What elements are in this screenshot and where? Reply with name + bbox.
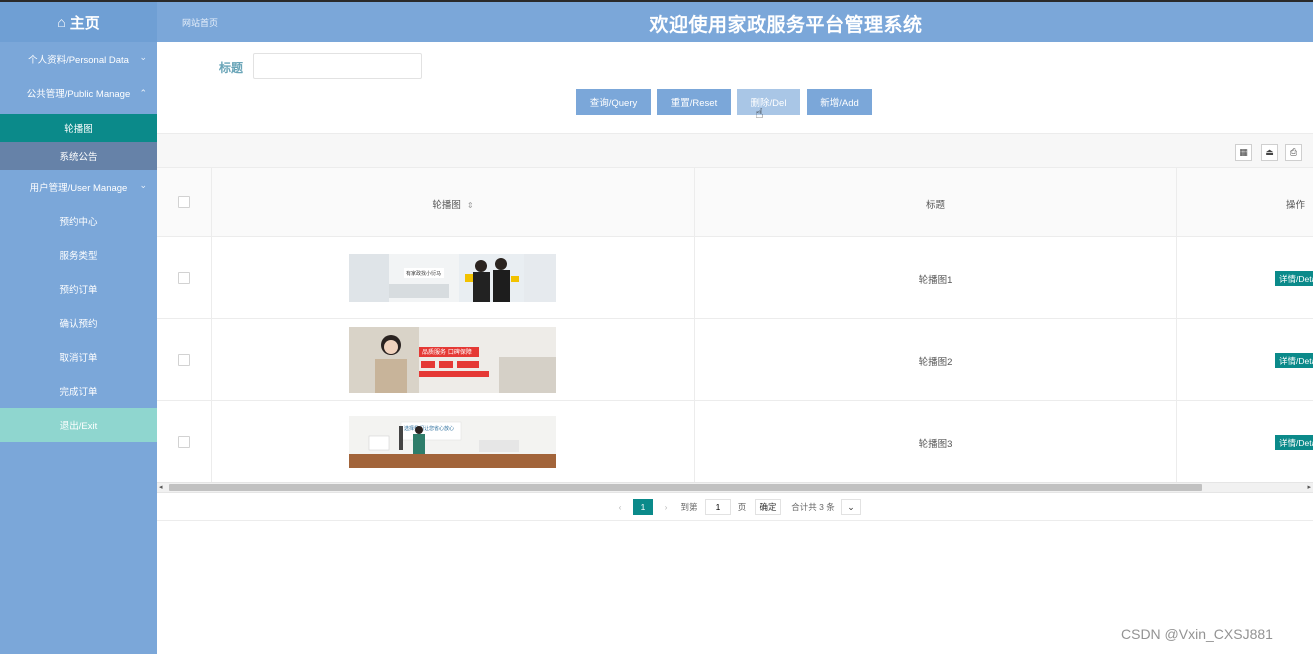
- goto-page-input[interactable]: [705, 499, 731, 515]
- watermark: CSDN @Vxin_CXSJ881: [1121, 626, 1273, 642]
- pagination: ‹ 1 › 到第 页 确定 合计共 3 条 ⌄: [157, 493, 1313, 521]
- scrollbar-thumb[interactable]: [169, 484, 1202, 491]
- row-title: 轮播图1: [918, 275, 953, 286]
- export-icon[interactable]: ⏏: [1261, 144, 1278, 161]
- goto-label: 到第: [680, 502, 698, 512]
- page-title: 欢迎使用家政服务平台管理系统: [649, 15, 923, 36]
- chevron-down-icon: ⌄: [139, 180, 147, 190]
- column-header-image[interactable]: 轮播图 ⇕: [212, 197, 694, 211]
- detail-button[interactable]: 详情/Detail: [1275, 435, 1313, 450]
- sidebar-subitem-cancel-order[interactable]: 取消订单: [0, 340, 157, 374]
- title-search-input[interactable]: [253, 53, 422, 79]
- sidebar-subitem-booking-center[interactable]: 预约中心: [0, 204, 157, 238]
- select-all-checkbox[interactable]: [178, 196, 190, 208]
- sidebar-item-user-manage[interactable]: 用户管理/User Manage ⌄: [0, 170, 157, 204]
- delete-button[interactable]: 删除/Del: [737, 89, 800, 115]
- add-button[interactable]: 新增/Add: [807, 89, 872, 115]
- detail-button[interactable]: 详情/Detail: [1275, 271, 1313, 286]
- detail-button[interactable]: 详情/Detail: [1275, 353, 1313, 368]
- carousel-image: 有家政找小衍马: [349, 254, 556, 302]
- sidebar-subitem-carousel[interactable]: 轮播图: [0, 114, 157, 142]
- column-header-title: 标题: [925, 200, 945, 211]
- banner-text: 有家政找小衍马: [406, 270, 441, 277]
- sidebar-subitem-label: 服务类型: [59, 251, 98, 262]
- table-row: 有家政找小衍马 轮播图1 详情/Detail: [157, 237, 1313, 319]
- row-title: 轮播图2: [918, 357, 953, 368]
- sidebar-item-exit[interactable]: 退出/Exit: [0, 408, 157, 442]
- table-header: 轮播图 ⇕ 标题 操作: [157, 168, 1313, 237]
- top-header: ⌂ 主页 网站首页 欢迎使用家政服务平台管理系统: [0, 0, 1313, 42]
- chevron-up-icon: ⌃: [139, 88, 147, 98]
- sidebar-subitem-label: 完成订单: [59, 387, 98, 398]
- sidebar: 个人资料/Personal Data ⌄ 公共管理/Public Manage …: [0, 42, 157, 654]
- sidebar-subitem-label: 取消订单: [59, 353, 98, 364]
- reset-button[interactable]: 重置/Reset: [657, 89, 731, 115]
- sidebar-subitem-label: 预约订单: [59, 285, 98, 296]
- page-unit: 页: [737, 502, 747, 512]
- sidebar-item-label: 退出/Exit: [59, 421, 98, 432]
- sidebar-subitem-announcement[interactable]: 系统公告: [0, 142, 157, 170]
- sidebar-item-label: 个人资料/Personal Data: [28, 55, 129, 66]
- sidebar-subitem-label: 系统公告: [59, 152, 98, 163]
- carousel-image: 品质服务 口碑保障: [349, 327, 556, 393]
- sort-icon[interactable]: ⇕: [467, 201, 474, 210]
- table-row: 品质服务 口碑保障 轮播图2 详情/Detail: [157, 319, 1313, 401]
- banner-text: 选择我们让您省心放心: [404, 425, 454, 432]
- sidebar-subitem-booking-orders[interactable]: 预约订单: [0, 272, 157, 306]
- breadcrumb[interactable]: 网站首页: [182, 16, 218, 29]
- banner-text: 品质服务 口碑保障: [422, 348, 472, 356]
- sidebar-item-public-manage[interactable]: 公共管理/Public Manage ⌃: [0, 76, 157, 110]
- total-count: 合计共 3 条: [791, 502, 835, 512]
- chevron-down-icon: ⌄: [139, 52, 147, 62]
- prev-page-button[interactable]: ‹: [613, 499, 627, 515]
- sidebar-subitem-complete-order[interactable]: 完成订单: [0, 374, 157, 408]
- pointer-cursor-icon: ☝: [755, 105, 764, 121]
- scroll-left-icon[interactable]: ◂: [159, 483, 163, 491]
- next-page-button[interactable]: ›: [659, 499, 673, 515]
- chevron-down-icon: ⌄: [847, 501, 855, 512]
- goto-confirm-button[interactable]: 确定: [755, 499, 781, 515]
- column-header-op: 操作: [1285, 200, 1305, 211]
- table-toolbar: ▦ ⏏ ⎙: [157, 133, 1313, 168]
- current-page[interactable]: 1: [633, 499, 653, 515]
- row-checkbox[interactable]: [178, 354, 190, 366]
- sidebar-item-personal-data[interactable]: 个人资料/Personal Data ⌄: [0, 42, 157, 76]
- main-content: 标题 查询/Query 重置/Reset 删除/Del 新增/Add ☝ ▦ ⏏…: [157, 42, 1313, 654]
- print-icon[interactable]: ⎙: [1285, 144, 1302, 161]
- horizontal-scrollbar[interactable]: ◂ ▸: [157, 482, 1313, 493]
- row-checkbox[interactable]: [178, 272, 190, 284]
- sidebar-item-label: 用户管理/User Manage: [29, 183, 128, 194]
- house-icon: ⌂: [57, 14, 66, 30]
- columns-icon[interactable]: ▦: [1235, 144, 1252, 161]
- carousel-image: 选择我们让您省心放心: [349, 416, 556, 468]
- scroll-right-icon[interactable]: ▸: [1307, 483, 1311, 491]
- query-button[interactable]: 查询/Query: [576, 89, 651, 115]
- row-checkbox[interactable]: [178, 436, 190, 448]
- sidebar-subitem-label: 确认预约: [59, 319, 98, 330]
- sidebar-item-label: 公共管理/Public Manage: [26, 89, 131, 100]
- table-row: 选择我们让您省心放心 轮播图3 详情/Detail: [157, 401, 1313, 483]
- sidebar-subitem-label: 轮播图: [64, 124, 93, 135]
- sidebar-subitem-confirm-booking[interactable]: 确认预约: [0, 306, 157, 340]
- page-size-select[interactable]: ⌄: [841, 499, 861, 515]
- sidebar-subitem-service-type[interactable]: 服务类型: [0, 238, 157, 272]
- data-table: 轮播图 ⇕ 标题 操作 有家政找小衍马 轮播图1 详情/Det 品质服务 口碑保…: [157, 168, 1313, 483]
- home-label: 主页: [69, 14, 100, 32]
- home-link[interactable]: ⌂ 主页: [0, 2, 157, 42]
- search-label: 标题: [219, 61, 244, 75]
- row-title: 轮播图3: [918, 439, 953, 450]
- sidebar-subitem-label: 预约中心: [59, 217, 98, 228]
